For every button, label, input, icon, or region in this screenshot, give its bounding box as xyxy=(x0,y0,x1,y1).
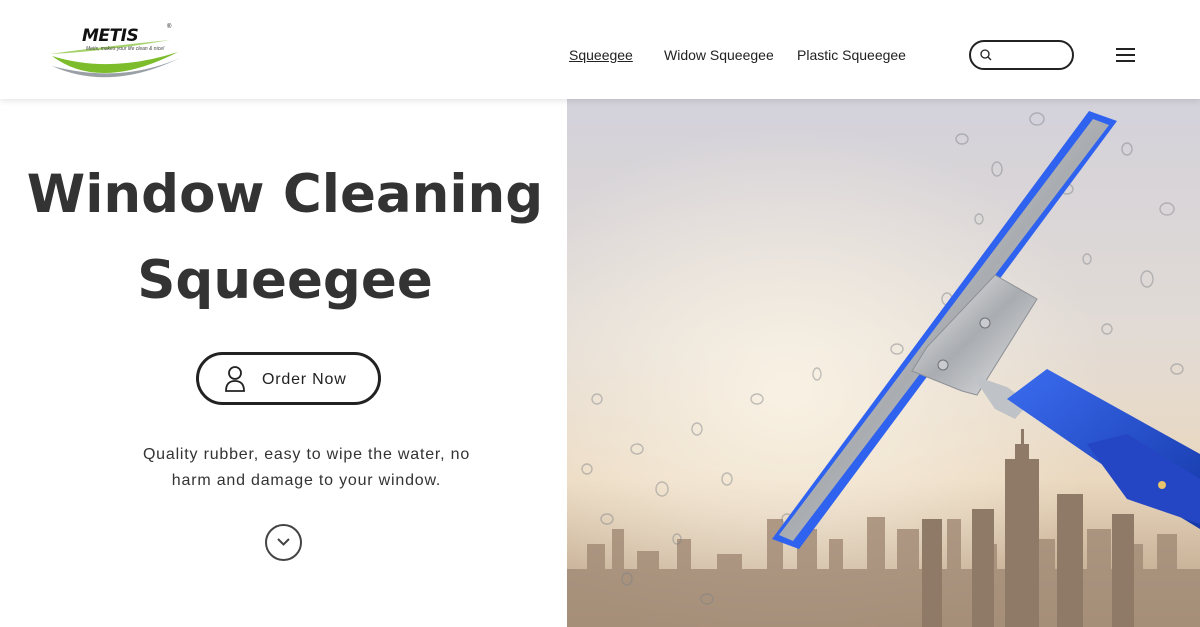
order-now-button[interactable]: Order Now xyxy=(196,352,381,405)
scroll-down-button[interactable] xyxy=(265,524,302,561)
nav-item-widow-squeegee[interactable]: Widow Squeegee xyxy=(664,47,774,63)
logo-wordmark: METIS xyxy=(82,26,139,46)
hero-description-line-1: Quality rubber, easy to wipe the water, … xyxy=(142,446,471,463)
site-header: METIS ® Metis, makes your life clean & n… xyxy=(0,0,1200,99)
hero-description-line-2: harm and damage to your window. xyxy=(171,472,442,489)
nav-item-squeegee[interactable]: Squeegee xyxy=(569,47,633,63)
hero-title: Window Cleaning Squeegee xyxy=(0,152,570,324)
nav-item-plastic-squeegee[interactable]: Plastic Squeegee xyxy=(797,47,906,63)
metis-logo[interactable]: METIS ® Metis, makes your life clean & n… xyxy=(50,22,182,82)
search-icon[interactable] xyxy=(980,49,992,61)
user-icon xyxy=(225,366,245,392)
trademark-symbol: ® xyxy=(167,24,172,30)
hero-title-line-1: Window Cleaning xyxy=(26,164,544,225)
hero-title-line-2: Squeegee xyxy=(137,250,433,311)
search-box[interactable] xyxy=(969,40,1074,70)
hero-description: Quality rubber, easy to wipe the water, … xyxy=(80,442,533,494)
search-input[interactable] xyxy=(997,46,1067,64)
order-now-label: Order Now xyxy=(262,371,347,388)
chevron-down-icon xyxy=(277,538,290,546)
window-squeegee-photo xyxy=(567,99,1200,627)
hamburger-menu-icon[interactable] xyxy=(1114,45,1138,65)
logo-tagline: Metis, makes your life clean & nice! xyxy=(86,46,165,52)
